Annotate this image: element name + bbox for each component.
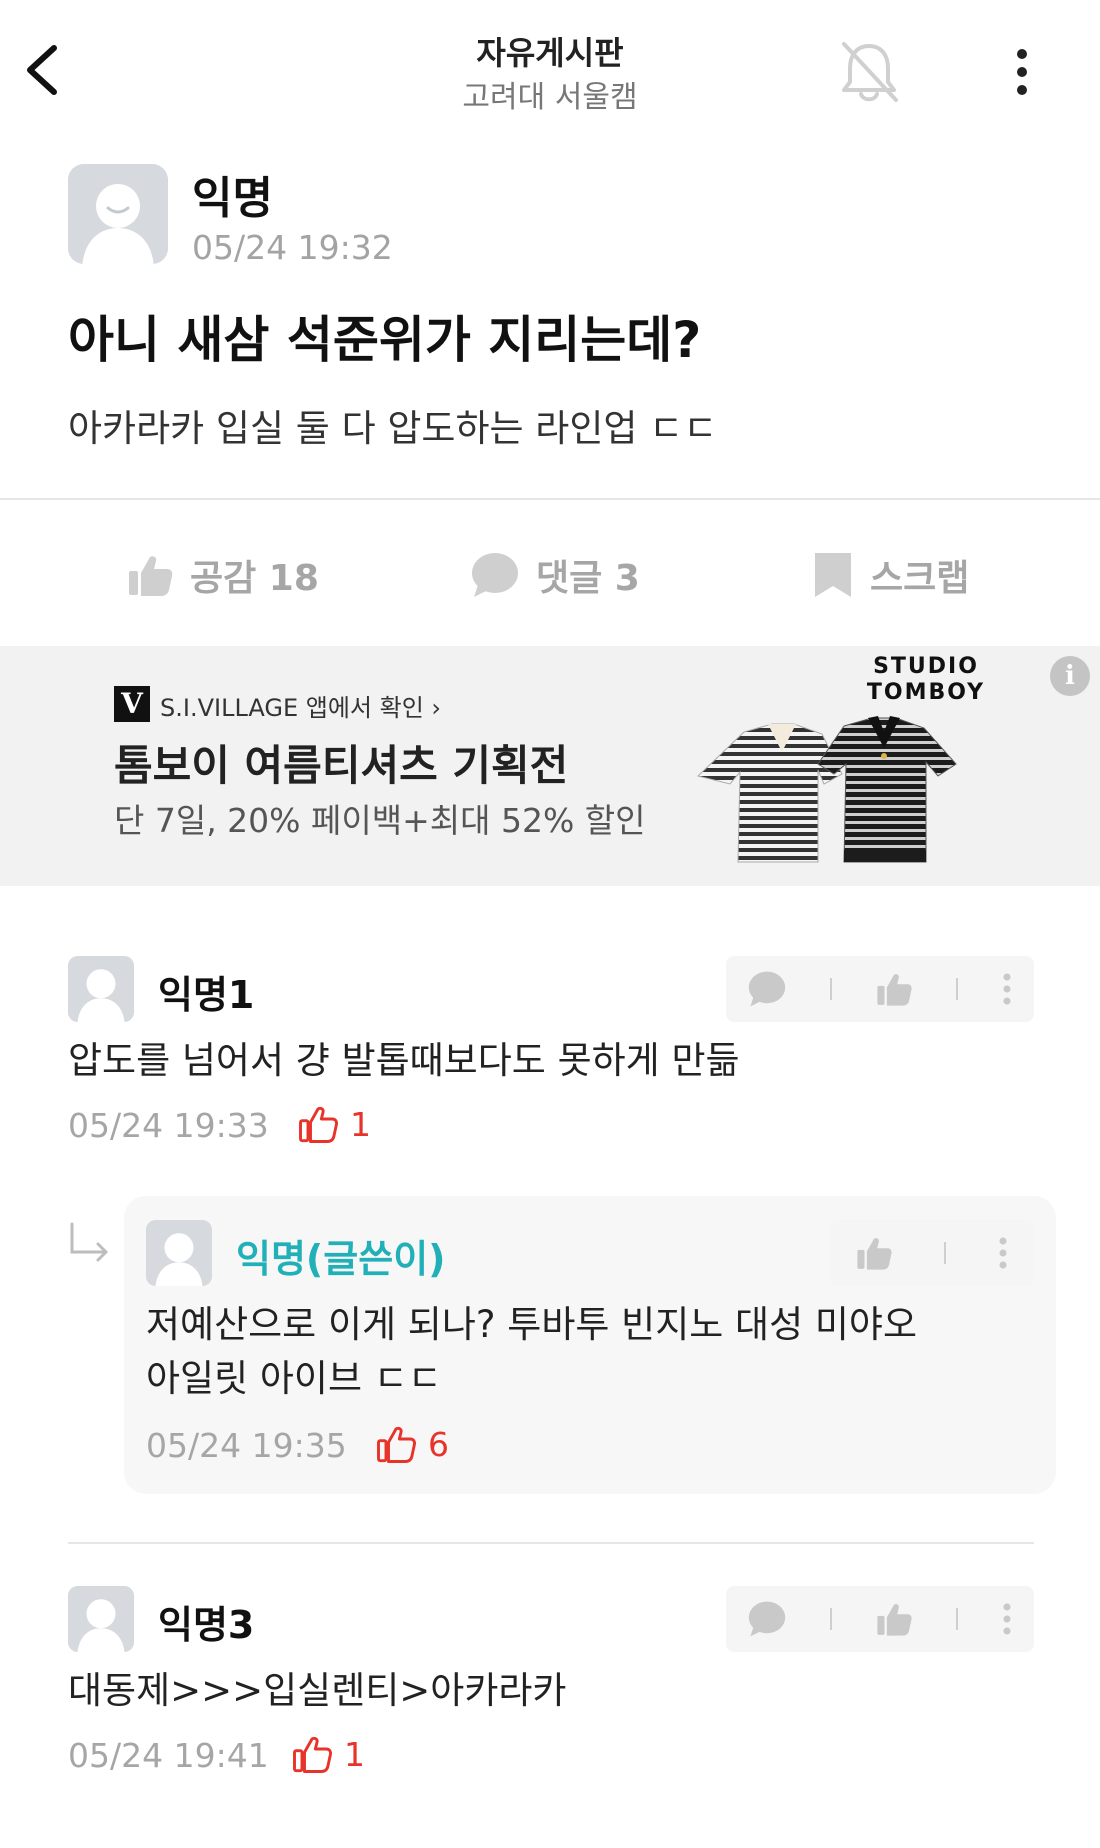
reply-icon[interactable]	[747, 970, 787, 1008]
bell-off-icon	[842, 42, 898, 102]
post-author: 익명	[192, 173, 273, 224]
scrap-label: 스크랩	[870, 558, 970, 599]
thumbs-up-outline-icon	[293, 1736, 332, 1773]
comment-time: 05/24 19:33	[68, 1106, 269, 1145]
thumbs-up-outline-icon	[299, 1106, 338, 1143]
board-title: 자유게시판	[476, 34, 624, 72]
ad-brand-line1: STUDIO	[873, 654, 979, 679]
comment-body: 대동제>>>입실렌티>아카라카	[68, 1669, 567, 1712]
reply-icon[interactable]	[747, 1600, 787, 1638]
more-vertical-icon[interactable]	[1001, 1602, 1013, 1636]
separator	[943, 1242, 946, 1264]
reply-arrow-icon	[70, 1222, 108, 1262]
thumbs-up-icon[interactable]	[875, 970, 913, 1008]
thumbs-up-outline-icon	[377, 1426, 416, 1463]
comment-time: 05/24 19:41	[68, 1736, 269, 1775]
comment-avatar	[68, 956, 134, 1022]
like-button[interactable]: 공감 18	[126, 548, 319, 602]
like-number: 6	[428, 1424, 449, 1464]
comment-avatar	[68, 1586, 134, 1652]
thumbs-up-icon[interactable]	[855, 1234, 893, 1272]
separator	[955, 1608, 958, 1630]
ad-source-link[interactable]: S.I.VILLAGE 앱에서 확인 ›	[160, 688, 441, 723]
reply-time: 05/24 19:35	[146, 1426, 347, 1465]
like-number: 1	[344, 1734, 365, 1774]
separator	[830, 1608, 833, 1630]
speech-bubble-icon	[472, 553, 518, 597]
more-options-button[interactable]	[1004, 44, 1040, 100]
ad-description: 단 7일, 20% 페이백+최대 52% 할인	[114, 801, 646, 840]
ad-product-image	[694, 712, 984, 882]
like-count-label: 공감 18	[190, 558, 319, 599]
reply-body-line2: 아일릿 아이브 ㄷㄷ	[146, 1357, 442, 1400]
reply-body-line1: 저예산으로 이게 되나? 투바투 빈지노 대성 미야오	[146, 1303, 918, 1346]
more-vertical-icon[interactable]	[997, 1236, 1009, 1270]
comment-action-bar	[726, 1586, 1034, 1652]
comment-like-count: 1	[292, 1734, 365, 1774]
post-author-avatar	[68, 164, 168, 264]
anonymous-avatar-icon	[68, 956, 134, 1022]
comment-action-bar	[726, 956, 1034, 1022]
notification-toggle[interactable]	[836, 38, 902, 106]
more-vertical-icon[interactable]	[1001, 972, 1013, 1006]
comment-button[interactable]: 댓글 3	[470, 548, 640, 602]
divider	[0, 498, 1100, 500]
ad-brand-logo: STUDIO TOMBOY	[856, 654, 996, 706]
post-title: 아니 새삼 석준위가 지리는데?	[68, 311, 702, 369]
post-time: 05/24 19:32	[192, 228, 393, 267]
top-bar: 자유게시판 고려대 서울캠	[0, 0, 1100, 140]
scrap-button[interactable]: 스크랩	[812, 548, 969, 602]
campus-subtitle: 고려대 서울캠	[462, 80, 638, 115]
reply-avatar	[146, 1220, 212, 1286]
comment-author: 익명3	[158, 1603, 255, 1647]
ad-info-icon[interactable]: i	[1050, 656, 1090, 696]
comment-divider	[68, 1542, 1034, 1544]
sivillage-logo: V	[114, 686, 150, 722]
post-body: 아카라카 입실 둘 다 압도하는 라인업 ㄷㄷ	[68, 407, 718, 450]
more-vertical-icon	[1017, 49, 1027, 95]
reply-like-count: 6	[376, 1424, 449, 1464]
comment-like-count: 1	[298, 1104, 371, 1144]
comment-author: 익명1	[158, 973, 255, 1017]
reply-author-op: 익명(글쓴이)	[236, 1237, 446, 1281]
thumbs-up-icon[interactable]	[875, 1600, 913, 1638]
reply-action-bar	[830, 1220, 1034, 1286]
ad-brand-line2: TOMBOY	[866, 680, 986, 705]
anonymous-avatar-icon	[68, 164, 168, 264]
comment-count-label: 댓글 3	[536, 558, 640, 599]
separator	[830, 978, 833, 1000]
bookmark-icon	[815, 553, 851, 597]
separator	[955, 978, 958, 1000]
like-number: 1	[350, 1104, 371, 1144]
anonymous-avatar-icon	[68, 1586, 134, 1652]
thumbs-up-icon	[129, 556, 173, 596]
anonymous-avatar-icon	[146, 1220, 212, 1286]
comment-body: 압도를 넘어서 걍 발톱때보다도 못하게 만듦	[68, 1039, 740, 1082]
ad-title: 톰보이 여름티셔츠 기획전	[114, 741, 569, 790]
